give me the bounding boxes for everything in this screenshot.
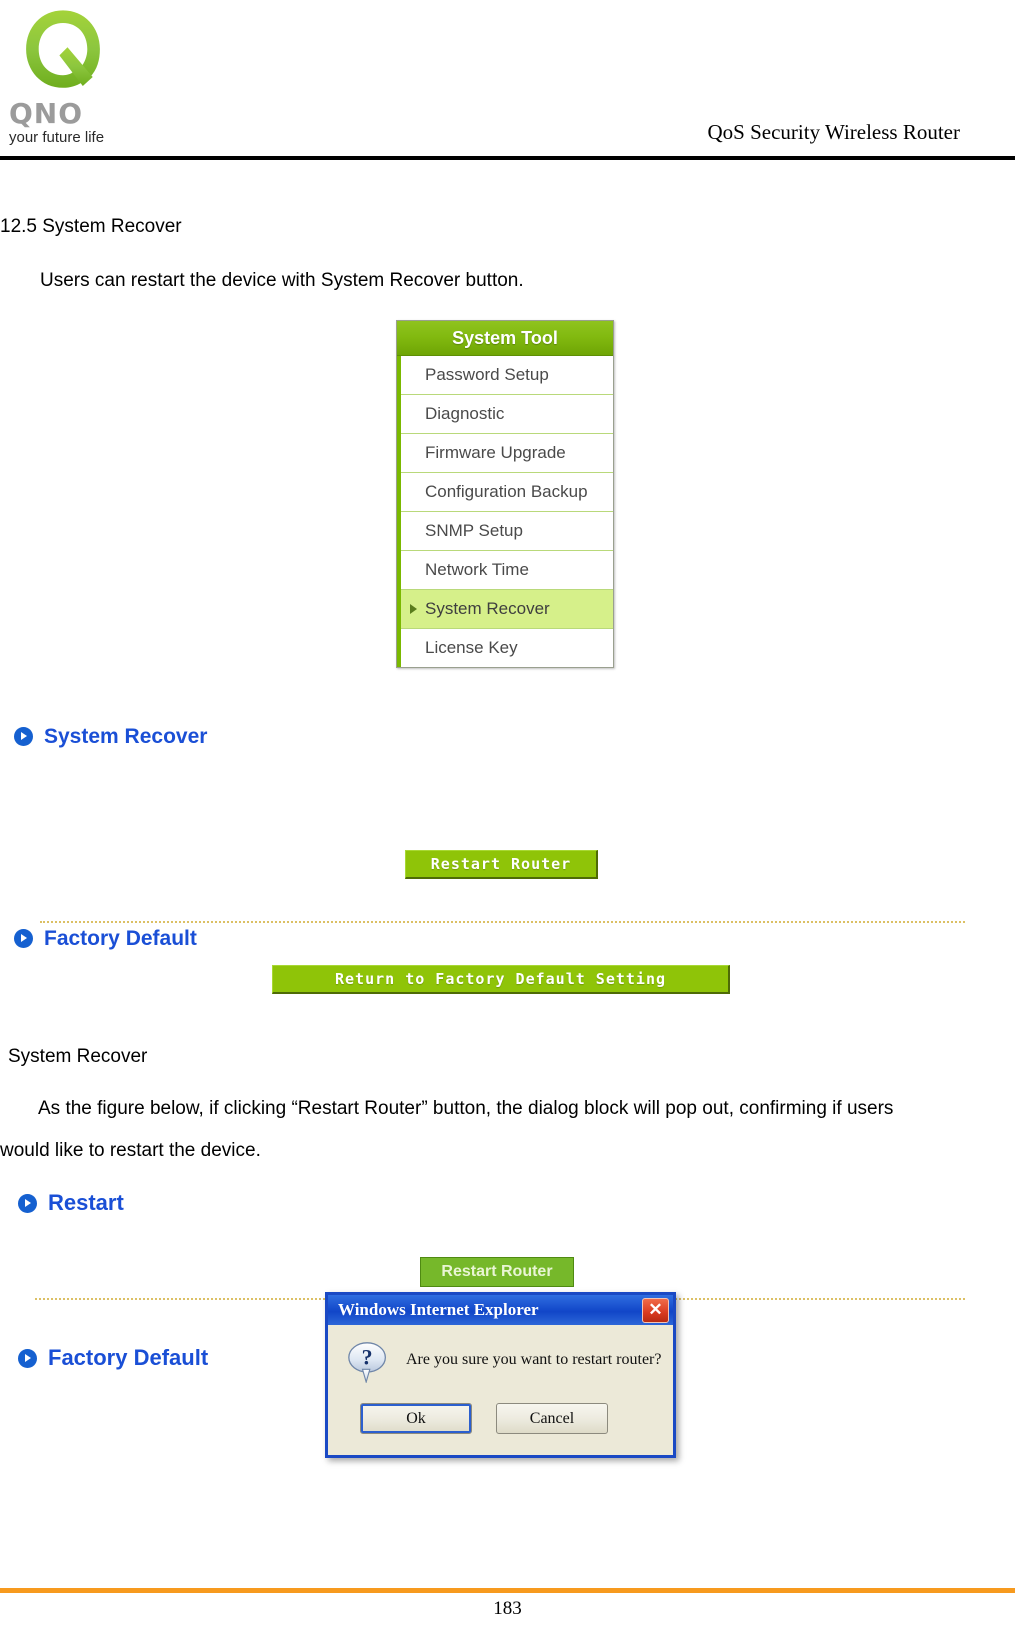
menu-item-label: Network Time — [425, 560, 529, 579]
dialog-titlebar: Windows Internet Explorer ✕ — [328, 1295, 673, 1325]
menu-item-snmp-setup[interactable]: SNMP Setup — [401, 512, 613, 551]
menu-item-label: Firmware Upgrade — [425, 443, 566, 462]
page-title: 12.5 System Recover — [0, 216, 182, 237]
footer-divider — [0, 1588, 1015, 1593]
logo-q-icon — [26, 10, 100, 88]
arrow-circle-icon — [18, 1349, 37, 1368]
system-recover-heading-label: System Recover — [44, 725, 208, 748]
menu-item-label: System Recover — [425, 599, 550, 618]
close-icon[interactable]: ✕ — [642, 1298, 669, 1323]
menu-item-license-key[interactable]: License Key — [401, 629, 613, 667]
body-paragraph-line-2: would like to restart the device. — [0, 1140, 261, 1161]
menu-item-system-recover[interactable]: System Recover — [401, 590, 613, 629]
qno-logo: QNO your future life — [6, 4, 131, 149]
factory-default-section-heading: Factory Default — [14, 927, 197, 951]
page-number: 183 — [493, 1598, 522, 1619]
factory-default-section-heading-2: Factory Default — [18, 1345, 208, 1371]
intro-paragraph: Users can restart the device with System… — [40, 270, 524, 291]
factory-default-heading-label: Factory Default — [44, 927, 197, 950]
return-to-factory-default-button[interactable]: Return to Factory Default Setting — [272, 965, 730, 994]
system-recover-caption: System Recover — [8, 1046, 148, 1067]
system-recover-section-heading: System Recover — [14, 725, 207, 749]
svg-text:?: ? — [362, 1345, 373, 1370]
system-tool-menu: System Tool Password Setup Diagnostic Fi… — [396, 320, 614, 668]
question-mark-icon: ? — [348, 1342, 386, 1383]
menu-item-label: License Key — [425, 638, 518, 657]
header-product-title: QoS Security Wireless Router — [707, 120, 960, 144]
arrow-circle-icon — [18, 1194, 37, 1213]
menu-item-label: SNMP Setup — [425, 521, 523, 540]
section-divider — [40, 921, 965, 923]
restart-section-heading: Restart — [18, 1190, 124, 1216]
restart-router-button-screenshot[interactable]: Restart Router — [420, 1257, 574, 1287]
dialog-cancel-button[interactable]: Cancel — [496, 1403, 608, 1434]
arrow-circle-icon — [14, 727, 33, 746]
menu-item-diagnostic[interactable]: Diagnostic — [401, 395, 613, 434]
menu-item-label: Configuration Backup — [425, 482, 588, 501]
body-paragraph-line-1: As the figure below, if clicking “Restar… — [38, 1098, 894, 1119]
logo-tagline: your future life — [9, 129, 105, 146]
arrow-circle-icon — [14, 929, 33, 948]
caret-right-icon — [410, 604, 417, 614]
dialog-title: Windows Internet Explorer — [338, 1300, 539, 1319]
menu-item-label: Password Setup — [425, 365, 549, 384]
logo-wordmark: QNO — [9, 97, 84, 130]
menu-item-firmware-upgrade[interactable]: Firmware Upgrade — [401, 434, 613, 473]
dialog-message: Are you sure you want to restart router? — [406, 1351, 662, 1368]
windows-internet-explorer-dialog: Windows Internet Explorer ✕ ? Are you su… — [325, 1292, 676, 1458]
menu-item-configuration-backup[interactable]: Configuration Backup — [401, 473, 613, 512]
restart-heading-label: Restart — [48, 1190, 124, 1215]
header-divider — [0, 156, 1015, 160]
page-header: QNO your future life QoS Security Wirele… — [0, 0, 1015, 160]
menu-item-label: Diagnostic — [425, 404, 505, 423]
system-tool-menu-title: System Tool — [397, 321, 613, 356]
menu-item-password-setup[interactable]: Password Setup — [401, 356, 613, 395]
system-tool-menu-list: Password Setup Diagnostic Firmware Upgra… — [397, 356, 613, 667]
menu-item-network-time[interactable]: Network Time — [401, 551, 613, 590]
dialog-ok-button[interactable]: Ok — [360, 1403, 472, 1434]
restart-router-button[interactable]: Restart Router — [405, 850, 598, 879]
dialog-body: ? Are you sure you want to restart route… — [328, 1325, 673, 1452]
factory-default-heading-label-2: Factory Default — [48, 1345, 209, 1370]
system-recover-panel: System Recover Restart Router Factory De… — [0, 705, 1015, 1015]
